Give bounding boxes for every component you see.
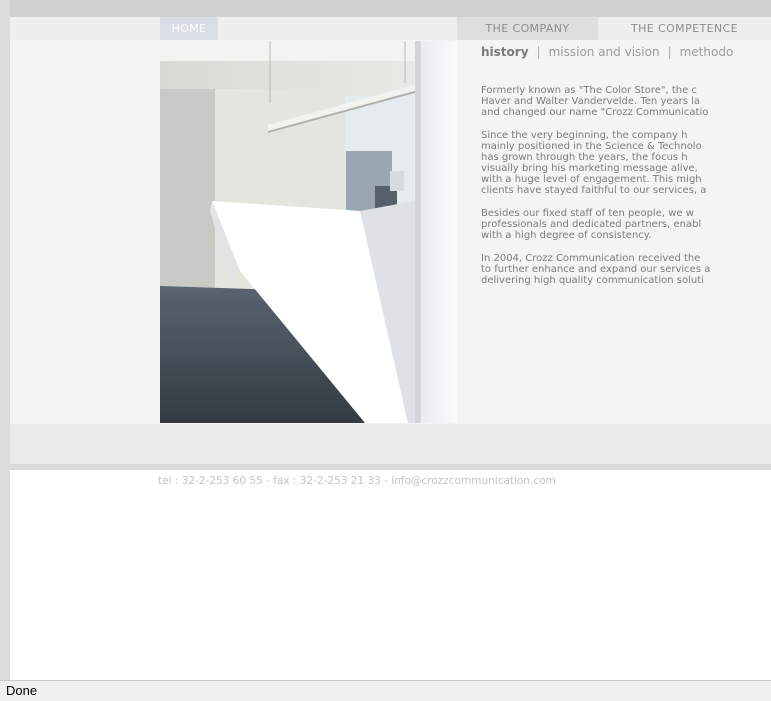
subnav-separator: | — [536, 45, 541, 59]
article-line: Besides our fixed staff of ten people, w… — [481, 208, 694, 219]
article-line: to further enhance and expand our servic… — [481, 264, 711, 275]
article-paragraph-1: Formerly known as "The Color Store", the… — [481, 85, 771, 118]
subnav-methodology[interactable]: methodo — [680, 45, 734, 59]
article-line: Haver and Walter Vandervelde. Ten years … — [481, 96, 701, 107]
article-paragraph-3: Besides our fixed staff of ten people, w… — [481, 208, 771, 241]
article-line: with a high degree of consistency. — [481, 230, 652, 241]
article-line: Since the very beginning, the company h — [481, 130, 688, 141]
browser-viewport: HOME THE COMPANY THE COMPETENCE history … — [0, 0, 771, 701]
article-line: professionals and dedicated partners, en… — [481, 219, 702, 230]
subnav-history[interactable]: history — [481, 45, 529, 59]
article-line: with a huge level of engagement. This mi… — [481, 174, 702, 185]
history-article: Formerly known as "The Color Store", the… — [481, 85, 771, 298]
article-line: In 2004, Crozz Communication received th… — [481, 253, 701, 264]
reception-desk-photo — [160, 41, 457, 423]
content-bottom-band — [10, 424, 771, 464]
article-line: mainly positioned in the Science & Techn… — [481, 141, 702, 152]
company-subnav: history | mission and vision | methodo — [481, 45, 733, 59]
article-line: and changed our name "Crozz Communicatio — [481, 107, 709, 118]
footer-contact-line[interactable]: tel : 32-2-253 60 55 - fax : 32-2-253 21… — [158, 475, 556, 487]
article-line: Formerly known as "The Color Store", the… — [481, 85, 697, 96]
nav-the-company[interactable]: THE COMPANY — [457, 17, 598, 40]
article-line: clients have stayed faithful to our serv… — [481, 185, 707, 196]
status-text: Done — [6, 683, 38, 698]
article-paragraph-2: Since the very beginning, the company h … — [481, 130, 771, 196]
main-navigation: HOME THE COMPANY THE COMPETENCE — [10, 17, 771, 40]
left-window-edge — [0, 0, 10, 680]
subnav-mission-vision[interactable]: mission and vision — [549, 45, 660, 59]
content-area: history | mission and vision | methodo Forme… — [10, 40, 771, 424]
nav-the-competence[interactable]: THE COMPETENCE — [598, 17, 771, 40]
article-line: has grown through the years, the focus h — [481, 152, 688, 163]
header-band — [10, 0, 771, 17]
article-paragraph-4: In 2004, Crozz Communication received th… — [481, 253, 771, 286]
article-line: visually bring his marketing message ali… — [481, 163, 698, 174]
nav-home[interactable]: HOME — [160, 17, 218, 40]
footer-divider — [10, 464, 771, 470]
subnav-separator: | — [667, 45, 672, 59]
browser-status-bar: Done — [0, 680, 771, 701]
article-line: delivering high quality communication so… — [481, 275, 704, 286]
